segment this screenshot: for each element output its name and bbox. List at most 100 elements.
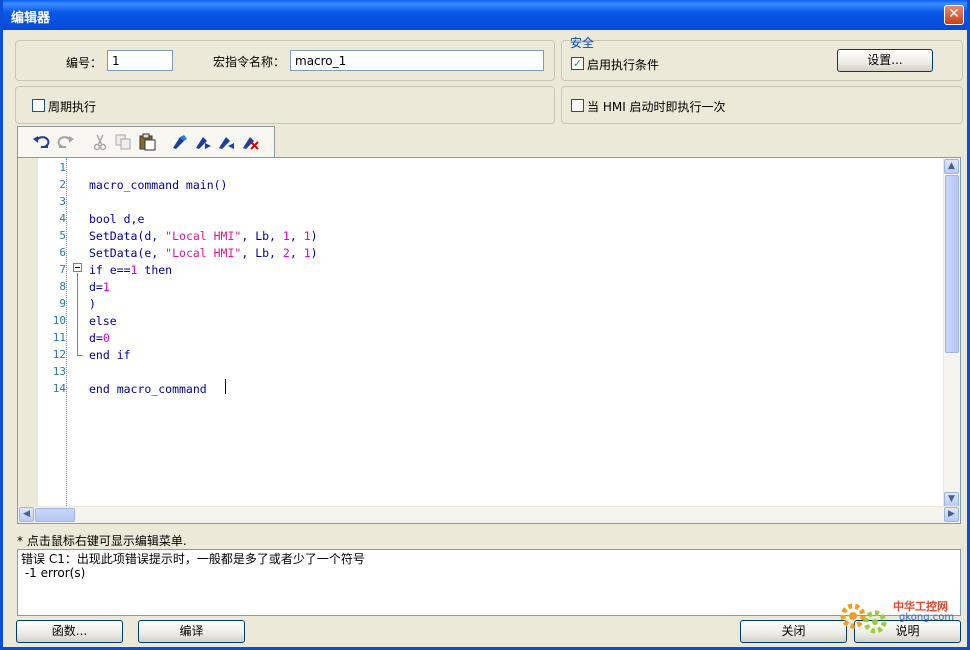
line-number: 12: [52, 348, 66, 361]
line-number: 7: [59, 263, 66, 276]
bookmark-next-icon[interactable]: [193, 133, 213, 151]
fold-bracket: [77, 273, 83, 356]
code-line[interactable]: end if: [89, 348, 131, 362]
code-token: 0: [102, 331, 110, 345]
code-token: , Lb,: [241, 246, 283, 260]
code-token: 1: [282, 229, 290, 243]
redo-icon[interactable]: [55, 133, 75, 151]
periodic-label: 周期执行: [48, 100, 97, 114]
paste-icon[interactable]: [137, 133, 157, 151]
horizontal-scrollbar[interactable]: ◀ ▶: [18, 506, 960, 523]
code-line[interactable]: SetData(d, "Local HMI", Lb, 1, 1): [89, 229, 318, 243]
code-token: end macro_command: [89, 382, 207, 396]
code-token: end if: [89, 348, 131, 362]
code-token: ,: [289, 229, 304, 243]
run-on-start-label: 当 HMI 启动时即执行一次: [587, 100, 726, 114]
code-line[interactable]: end macro_command: [89, 382, 207, 396]
compile-button[interactable]: 编译: [138, 620, 245, 643]
scroll-right-button[interactable]: ▶: [944, 507, 959, 522]
line-number: 3: [59, 195, 66, 208]
bookmark-prev-icon[interactable]: [216, 133, 236, 151]
line-number: 10: [52, 314, 66, 327]
line-number: 11: [52, 331, 66, 344]
fold-collapse-icon[interactable]: [73, 263, 83, 273]
code-token: , Lb,: [241, 229, 283, 243]
code-editor[interactable]: 1 2 macro_command main() 3 4 bool d,e 5 SetData…: [17, 157, 961, 524]
editor-hint: * 点击鼠标右键可显示编辑菜单.: [17, 534, 187, 548]
periodic-panel: 周期执行: [15, 86, 555, 124]
run-on-start-checkbox[interactable]: [571, 99, 584, 112]
gear-logo-icon: [840, 603, 887, 634]
editor-toolbar: [17, 126, 275, 158]
line-number: 4: [59, 212, 66, 225]
scroll-left-button[interactable]: ◀: [19, 507, 34, 522]
code-token: ): [310, 246, 318, 260]
macro-info-panel: 编号： 宏指令名称：: [15, 40, 555, 81]
line-number: 9: [59, 297, 66, 310]
vertical-scrollbar[interactable]: ▲ ▼: [943, 158, 960, 508]
periodic-checkbox[interactable]: [32, 99, 45, 112]
code-token: bool d,e: [89, 212, 145, 226]
code-token: then: [137, 263, 173, 277]
copy-icon[interactable]: [113, 133, 133, 151]
code-token: ): [310, 229, 318, 243]
macro-name-input[interactable]: [290, 50, 544, 71]
enable-condition-label: 启用执行条件: [587, 58, 660, 72]
code-token: d=: [89, 331, 103, 345]
undo-icon[interactable]: [32, 133, 52, 151]
line-number: 5: [59, 229, 66, 242]
code-line[interactable]: macro_command main(): [89, 178, 227, 192]
close-button[interactable]: 关闭: [740, 620, 847, 643]
id-input[interactable]: [107, 50, 173, 71]
enable-condition-checkbox[interactable]: ✓: [571, 57, 584, 70]
run-on-start-panel: 当 HMI 启动时即执行一次: [561, 86, 963, 124]
fold-line: [66, 158, 67, 508]
code-token: SetData(e,: [89, 246, 166, 260]
macro-name-label: 宏指令名称：: [213, 55, 286, 69]
editor-window: 编辑器 ✕ 编号： 宏指令名称： ✓ 启用执行条件 设置... 安全 周期执行 …: [0, 0, 970, 650]
code-token: 1: [303, 246, 311, 260]
compile-output[interactable]: 错误 C1：出现此项错误提示时，一般都是多了或者少了一个符号 -1 error(…: [17, 549, 961, 616]
bookmark-toggle-icon[interactable]: [170, 133, 190, 151]
code-token: "Local HMI": [165, 229, 242, 243]
scroll-up-button[interactable]: ▲: [944, 159, 959, 174]
code-token: if e==: [89, 263, 131, 277]
watermark: 中华工控网 gkong.com: [833, 592, 970, 642]
horizontal-scroll-thumb[interactable]: [35, 508, 75, 522]
code-line[interactable]: SetData(e, "Local HMI", Lb, 2, 1): [89, 246, 318, 260]
bookmark-clear-icon[interactable]: [240, 133, 260, 151]
code-token: d=: [89, 280, 103, 294]
code-line[interactable]: d=1: [89, 280, 110, 294]
line-number: 13: [52, 365, 66, 378]
line-number: 8: [59, 280, 66, 293]
output-line-2: -1 error(s): [21, 566, 86, 580]
scroll-down-button[interactable]: ▼: [944, 492, 959, 507]
line-number: 6: [59, 246, 66, 259]
editor-gutter: [18, 158, 38, 508]
line-number: 1: [59, 161, 66, 174]
title-bar[interactable]: 编辑器 ✕: [3, 0, 967, 30]
id-label: 编号：: [66, 56, 103, 70]
close-window-button[interactable]: ✕: [944, 5, 964, 25]
code-line[interactable]: else: [89, 314, 117, 328]
code-token: SetData(d,: [89, 229, 166, 243]
code-token: 2: [282, 246, 290, 260]
cut-icon[interactable]: [90, 133, 110, 151]
code-line[interactable]: bool d,e: [89, 212, 144, 226]
code-token: ): [89, 297, 96, 311]
settings-button[interactable]: 设置...: [837, 49, 933, 72]
code-line[interactable]: ): [89, 297, 96, 311]
code-token: macro_command main(): [89, 178, 228, 192]
code-line[interactable]: d=0: [89, 331, 110, 345]
functions-button[interactable]: 函数...: [16, 620, 123, 643]
text-cursor: [225, 379, 226, 394]
code-line[interactable]: if e==1 then: [89, 263, 172, 277]
security-panel: ✓ 启用执行条件 设置...: [561, 40, 963, 81]
code-token: "Local HMI": [165, 246, 242, 260]
vertical-scroll-thumb[interactable]: [945, 175, 959, 353]
close-icon: ✕: [948, 6, 960, 22]
security-group-legend: 安全: [570, 36, 595, 50]
code-token: else: [89, 314, 117, 328]
line-number: 14: [52, 382, 66, 395]
code-token: ,: [289, 246, 304, 260]
